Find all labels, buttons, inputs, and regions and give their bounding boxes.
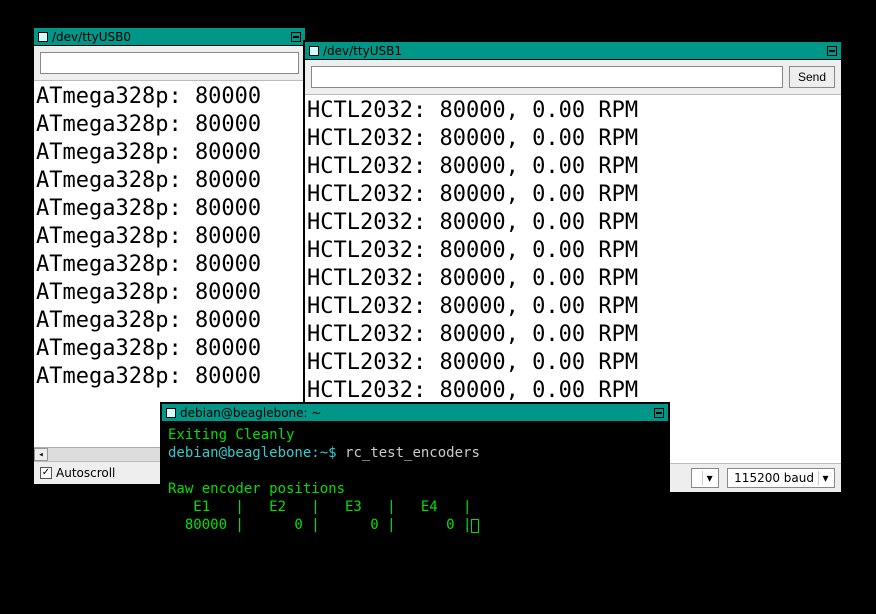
- terminal-line: 80000 | 0 | 0 | 0 |: [168, 517, 471, 533]
- terminal-line: Raw encoder positions: [168, 481, 345, 497]
- terminal-window: debian@beaglebone: ~ Exiting Cleanly deb…: [160, 402, 670, 574]
- serial-input-usb1[interactable]: [311, 66, 783, 88]
- title-text: /dev/ttyUSB1: [323, 44, 402, 58]
- scroll-left-icon[interactable]: ◂: [34, 448, 48, 461]
- terminal-line: Exiting Cleanly: [168, 427, 294, 443]
- line-ending-dropdown[interactable]: ▾: [691, 468, 719, 488]
- window-menu-icon[interactable]: [38, 32, 48, 42]
- terminal-prompt: debian@beaglebone:~$: [168, 445, 345, 461]
- send-button[interactable]: Send: [789, 66, 835, 88]
- window-menu-icon[interactable]: [309, 46, 319, 56]
- titlebar-usb1[interactable]: /dev/ttyUSB1: [305, 42, 841, 60]
- titlebar-usb0[interactable]: /dev/ttyUSB0: [34, 28, 305, 46]
- chevron-down-icon: ▾: [818, 471, 832, 485]
- shade-icon[interactable]: [291, 32, 301, 42]
- input-row-usb0: [34, 46, 305, 81]
- terminal-body[interactable]: Exiting Cleanly debian@beaglebone:~$ rc_…: [162, 422, 668, 572]
- checkbox-icon[interactable]: ✓: [40, 467, 52, 479]
- autoscroll-checkbox[interactable]: ✓ Autoscroll: [40, 466, 115, 480]
- baud-dropdown[interactable]: 115200 baud ▾: [727, 468, 835, 488]
- titlebar-terminal[interactable]: debian@beaglebone: ~: [162, 404, 668, 422]
- serial-input-usb0[interactable]: [40, 52, 299, 74]
- shade-icon[interactable]: [827, 46, 837, 56]
- shade-icon[interactable]: [654, 408, 664, 418]
- autoscroll-label: Autoscroll: [56, 466, 115, 480]
- input-row-usb1: Send: [305, 60, 841, 95]
- baud-label: 115200 baud: [734, 471, 814, 485]
- title-text: debian@beaglebone: ~: [180, 406, 321, 420]
- cursor-icon: [471, 519, 479, 533]
- terminal-line: E1 | E2 | E3 | E4 |: [168, 499, 471, 515]
- chevron-down-icon: ▾: [702, 471, 716, 485]
- serial-output-usb0: ATmega328p: 80000 ATmega328p: 80000 ATme…: [34, 81, 305, 447]
- window-menu-icon[interactable]: [166, 408, 176, 418]
- title-text: /dev/ttyUSB0: [52, 30, 131, 44]
- terminal-command: rc_test_encoders: [345, 445, 480, 461]
